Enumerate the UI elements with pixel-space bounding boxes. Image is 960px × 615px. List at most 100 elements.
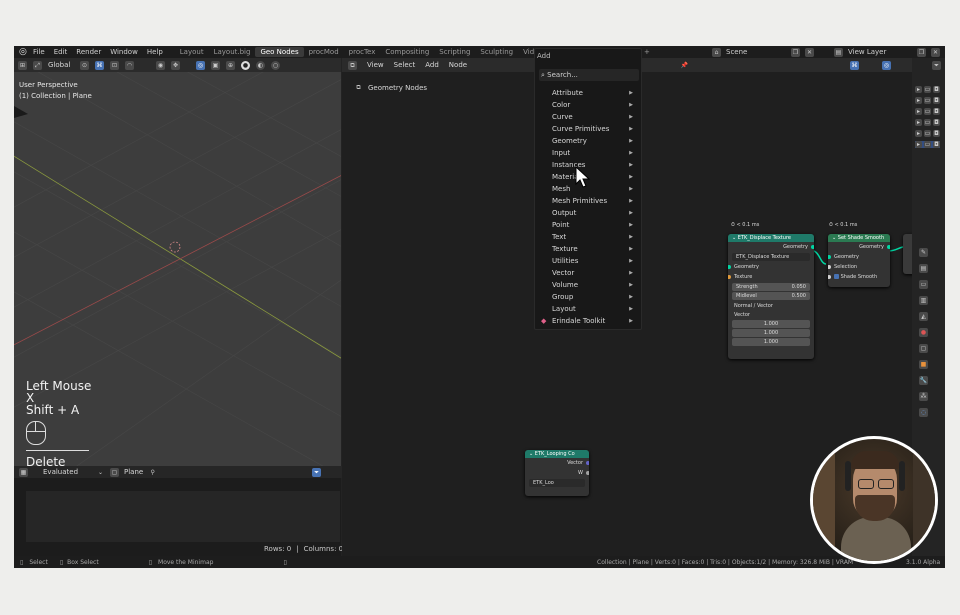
menu-help[interactable]: Help xyxy=(147,48,163,56)
filter-icon[interactable]: ⏷ xyxy=(932,61,941,70)
visibility-icon[interactable]: ▸ xyxy=(915,86,922,93)
close-icon[interactable]: ✕ xyxy=(931,47,940,57)
snap-target-icon[interactable]: ⊡ xyxy=(110,60,119,70)
menu-item-group[interactable]: Group ▶ xyxy=(552,291,637,303)
vector-x-field[interactable]: 1.000 xyxy=(732,320,810,328)
menu-item-vector[interactable]: Vector ▶ xyxy=(552,267,637,279)
menu-item-texture[interactable]: Texture ▶ xyxy=(552,243,637,255)
visibility-icon[interactable]: ▸ xyxy=(915,108,922,115)
world-icon[interactable]: ● xyxy=(919,328,928,337)
material-shading-icon[interactable]: ◐ xyxy=(256,60,265,70)
solid-shading-icon[interactable]: ● xyxy=(241,60,250,70)
output-socket[interactable] xyxy=(811,245,814,249)
camera-icon[interactable]: ◘ xyxy=(933,97,940,104)
rendered-shading-icon[interactable]: ○ xyxy=(271,60,280,70)
menu-render[interactable]: Render xyxy=(76,48,101,56)
node-group-field[interactable]: ETK_Displace Texture xyxy=(732,253,810,261)
wireframe-shading-icon[interactable]: ⊕ xyxy=(226,60,235,70)
output-socket[interactable] xyxy=(586,461,589,465)
view-layer-icon[interactable]: ▥ xyxy=(919,296,928,305)
blender-logo-icon[interactable]: ◎ xyxy=(19,47,29,57)
node-group-output-partial[interactable] xyxy=(903,234,912,274)
modifier-icon[interactable]: 🔧 xyxy=(919,376,928,385)
strength-field[interactable]: Strength 0.050 xyxy=(732,283,810,291)
menu-item-attribute[interactable]: Attribute ▶ xyxy=(552,87,637,99)
spreadsheet-icon[interactable]: ▦ xyxy=(19,467,28,477)
visibility-icon[interactable]: ◉ xyxy=(156,60,165,70)
tab-compositing[interactable]: Compositing xyxy=(380,47,434,57)
monitor-icon[interactable]: ▭ xyxy=(924,86,931,93)
node-set-shade-smooth[interactable]: ⌄ Set Shade Smooth Geometry Geometry Sel… xyxy=(828,234,890,287)
tab-scripting[interactable]: Scripting xyxy=(434,47,475,57)
copy-layer-icon[interactable]: ❐ xyxy=(917,47,926,57)
output-icon[interactable]: ▭ xyxy=(919,280,928,289)
node-group-field[interactable]: ETK_Loo xyxy=(529,479,585,487)
add-menu-search[interactable]: ⌕ Search... xyxy=(539,69,639,81)
node-header[interactable]: ⌄ ETK_Looping Co xyxy=(525,450,589,458)
menu-item-instances[interactable]: Instances ▶ xyxy=(552,159,637,171)
physics-icon[interactable]: ◌ xyxy=(919,408,928,417)
copy-scene-icon[interactable]: ❐ xyxy=(791,47,800,57)
menu-item-text[interactable]: Text ▶ xyxy=(552,231,637,243)
menu-item-material[interactable]: Material ▶ xyxy=(552,171,637,183)
menu-item-input[interactable]: Input ▶ xyxy=(552,147,637,159)
outliner-row[interactable]: ▸ ▭ ◘ xyxy=(915,108,940,115)
tool-icon[interactable]: ✎ xyxy=(919,248,928,257)
camera-icon[interactable]: ◘ xyxy=(933,108,940,115)
overlays-icon[interactable]: ◎ xyxy=(196,60,205,70)
outliner-row-selected[interactable]: ▸ ▭ ◘ xyxy=(915,141,940,148)
visibility-icon[interactable]: ▸ xyxy=(915,130,922,137)
evaluation-mode-dropdown[interactable]: Evaluated xyxy=(43,468,91,476)
node-looping-coords[interactable]: ⌄ ETK_Looping Co Vector W ETK_Loo xyxy=(525,450,589,496)
menu-item-curve-primitives[interactable]: Curve Primitives ▶ xyxy=(552,123,637,135)
menu-item-mesh-primitives[interactable]: Mesh Primitives ▶ xyxy=(552,195,637,207)
monitor-icon[interactable]: ▭ xyxy=(924,141,931,148)
tab-sculpting[interactable]: Sculpting xyxy=(475,47,518,57)
snap-icon[interactable]: ⌘ xyxy=(95,60,104,70)
node-displace-texture[interactable]: ⌄ ETK_Displace Texture Geometry ETK_Disp… xyxy=(728,234,814,359)
outliner-row[interactable]: ▸ ▭ ◘ xyxy=(915,119,940,126)
menu-edit[interactable]: Edit xyxy=(54,48,68,56)
camera-icon[interactable]: ◘ xyxy=(933,130,940,137)
menu-file[interactable]: File xyxy=(33,48,45,56)
outliner-row[interactable]: ▸ ▭ ◘ xyxy=(915,97,940,104)
tab-layout-big[interactable]: Layout.big xyxy=(209,47,256,57)
menu-item-color[interactable]: Color ▶ xyxy=(552,99,637,111)
menu-item-geometry[interactable]: Geometry ▶ xyxy=(552,135,637,147)
input-socket[interactable] xyxy=(728,275,731,279)
pivot-icon[interactable]: ⊙ xyxy=(80,60,89,70)
tab-proctex[interactable]: procTex xyxy=(344,47,381,57)
monitor-icon[interactable]: ▭ xyxy=(924,97,931,104)
filter-icon[interactable]: ⏷ xyxy=(312,467,322,477)
output-socket[interactable] xyxy=(586,471,589,475)
3d-viewport[interactable]: ⊞ ⤢ Global ⊙ ⌘ ⊡ ◠ ◉ ✥ ◎ ▣ ⊕ ● ◐ ○ User … xyxy=(14,58,341,466)
monitor-icon[interactable]: ▭ xyxy=(924,119,931,126)
visibility-icon[interactable]: ▸ xyxy=(915,97,922,104)
camera-icon[interactable]: ◘ xyxy=(933,119,940,126)
menu-item-layout[interactable]: Layout ▶ xyxy=(552,303,637,315)
render-icon[interactable]: ▤ xyxy=(919,264,928,273)
xray-icon[interactable]: ▣ xyxy=(211,60,220,70)
outliner-row[interactable]: ▸ ▭ ◘ xyxy=(915,86,940,93)
input-socket[interactable] xyxy=(828,265,831,269)
menu-item-erindale-toolkit[interactable]: ◆ Erindale Toolkit ▶ xyxy=(541,315,637,327)
spreadsheet-table[interactable] xyxy=(26,491,340,542)
camera-icon[interactable]: ◘ xyxy=(933,86,940,93)
menu-item-volume[interactable]: Volume ▶ xyxy=(552,279,637,291)
outliner-row[interactable]: ▸ ▭ ◘ xyxy=(915,130,940,137)
collection-icon[interactable]: ▢ xyxy=(919,344,928,353)
input-socket[interactable] xyxy=(728,265,731,269)
vector-y-field[interactable]: 1.000 xyxy=(732,329,810,337)
shade-smooth-checkbox[interactable] xyxy=(834,274,839,279)
proportional-edit-icon[interactable]: ◠ xyxy=(125,60,134,70)
scene-selector[interactable]: ⌂ Scene ❐ ✕ xyxy=(712,46,814,58)
menu-item-mesh[interactable]: Mesh ▶ xyxy=(552,183,637,195)
close-icon[interactable]: ✕ xyxy=(805,47,814,57)
tab-layout[interactable]: Layout xyxy=(175,47,209,57)
menu-item-utilities[interactable]: Utilities ▶ xyxy=(552,255,637,267)
gizmo-icon[interactable]: ✥ xyxy=(171,60,180,70)
menu-item-point[interactable]: Point ▶ xyxy=(552,219,637,231)
monitor-icon[interactable]: ▭ xyxy=(924,130,931,137)
view-layer-selector[interactable]: ▤ View Layer ❐ ✕ xyxy=(834,46,940,58)
visibility-icon[interactable]: ▸ xyxy=(915,119,922,126)
